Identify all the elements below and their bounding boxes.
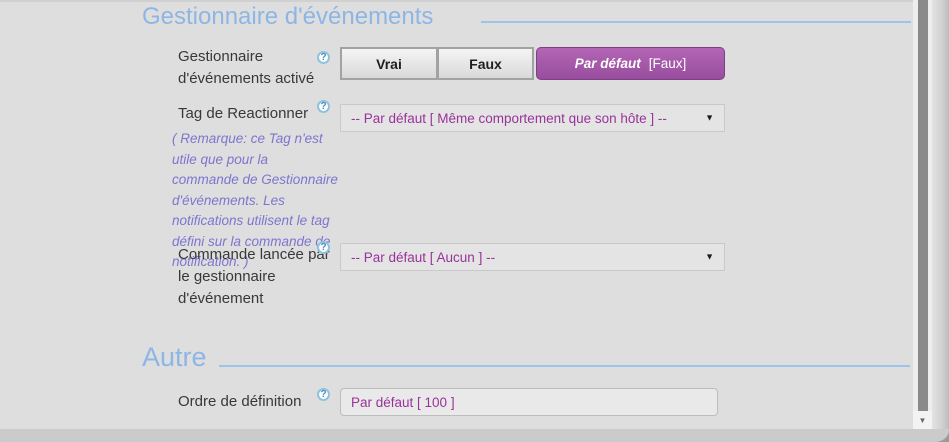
window-top-edge xyxy=(0,0,949,2)
help-icon[interactable]: ? xyxy=(317,100,330,113)
help-icon[interactable]: ? xyxy=(317,51,330,64)
event-handler-enabled-label: Gestionnaire d'événements activé xyxy=(178,46,336,90)
enabled-default-button-selected[interactable]: Par défaut [Faux] xyxy=(536,47,725,80)
help-icon[interactable]: ? xyxy=(317,388,330,401)
section-divider-line xyxy=(481,21,911,23)
scroll-down-arrow-icon[interactable]: ▼ xyxy=(913,411,932,430)
reactionner-tag-selected-value: -- Par défaut [ Même comportement que so… xyxy=(351,111,667,126)
help-icon[interactable]: ? xyxy=(317,241,330,254)
window-bottom-bar xyxy=(0,429,949,442)
window-right-frame xyxy=(932,0,949,442)
enabled-true-button[interactable]: Vrai xyxy=(340,47,438,80)
vertical-scrollbar-thumb[interactable] xyxy=(918,0,928,411)
default-button-value: [Faux] xyxy=(649,56,687,71)
definition-order-input[interactable] xyxy=(340,388,718,416)
section-divider-line xyxy=(219,365,910,367)
event-handler-command-selected-value: -- Par défaut [ Aucun ] -- xyxy=(351,250,495,265)
event-handler-command-label: Commande lancée par le gestionnaire d'év… xyxy=(178,244,340,310)
enabled-false-button[interactable]: Faux xyxy=(437,47,534,80)
section-title-event-handler: Gestionnaire d'événements xyxy=(142,3,433,31)
section-title-other: Autre xyxy=(142,342,207,373)
event-handler-command-select[interactable]: -- Par défaut [ Aucun ] -- ▼ xyxy=(340,243,725,271)
default-button-label: Par défaut xyxy=(575,56,641,71)
chevron-down-icon: ▼ xyxy=(705,253,714,262)
reactionner-tag-select[interactable]: -- Par défaut [ Même comportement que so… xyxy=(340,104,725,132)
chevron-down-icon: ▼ xyxy=(705,114,714,123)
